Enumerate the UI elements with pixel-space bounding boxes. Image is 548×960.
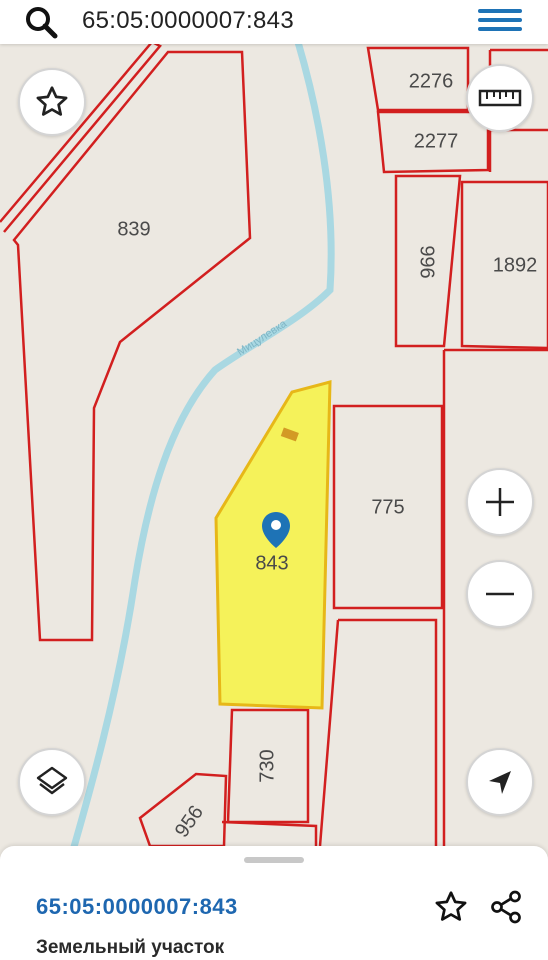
search-bar[interactable]: 65:05:0000007:843 [0, 0, 548, 44]
parcel-label-839: 839 [117, 218, 150, 240]
sheet-title: 65:05:0000007:843 [36, 894, 238, 919]
navigation-arrow-icon [489, 771, 511, 794]
ruler-button[interactable] [466, 64, 534, 132]
star-icon[interactable] [433, 889, 469, 925]
plus-icon [486, 488, 514, 516]
parcel-label-775: 775 [371, 496, 404, 518]
parcel-label-1892: 1892 [493, 254, 538, 276]
search-input[interactable]: 65:05:0000007:843 [82, 6, 294, 36]
star-icon [36, 86, 68, 116]
search-icon[interactable] [22, 4, 62, 40]
parcel-label-2277: 2277 [414, 130, 459, 152]
ruler-icon [478, 89, 522, 107]
menu-bar-icon [478, 9, 522, 13]
sheet-drag-handle[interactable] [244, 857, 304, 863]
cadastral-map[interactable]: Мицулевка 839 2276 2277 996 1892 775 843… [0, 0, 548, 960]
locate-button[interactable] [466, 748, 534, 816]
zoom-out-button[interactable] [466, 560, 534, 628]
layers-button[interactable] [18, 748, 86, 816]
minus-icon [486, 592, 514, 596]
parcel-label-2276: 2276 [409, 70, 454, 92]
sheet-subtitle: Земельный участок [36, 937, 225, 958]
parcel-label-996: 996 [416, 245, 438, 278]
zoom-in-button[interactable] [466, 468, 534, 536]
parcel-label-843: 843 [255, 552, 288, 574]
menu-bar-icon [478, 27, 522, 31]
parcel-label-730: 730 [256, 749, 278, 782]
share-icon[interactable] [488, 889, 524, 925]
menu-button[interactable] [478, 4, 522, 38]
favorite-button[interactable] [18, 68, 86, 136]
layers-icon [36, 766, 68, 795]
menu-bar-icon [478, 18, 522, 22]
